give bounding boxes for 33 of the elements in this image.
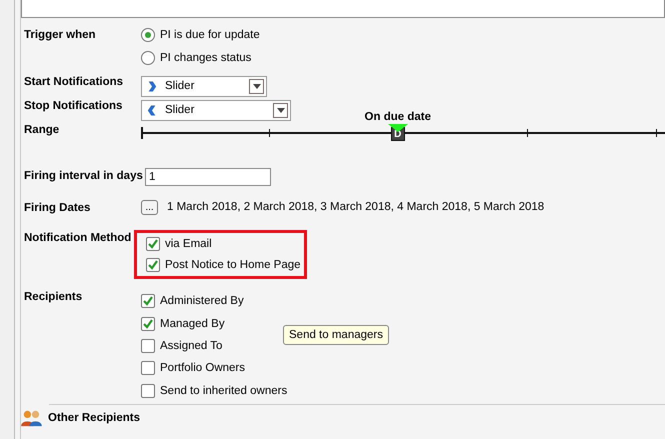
tooltip: Send to managers (283, 325, 389, 345)
checkmark-icon (147, 259, 159, 272)
field-label: Stop Notifications (24, 99, 124, 112)
field-label: Trigger when (24, 28, 97, 43)
checkbox-option[interactable]: Administered By (141, 290, 288, 312)
people-icon (20, 409, 42, 427)
field-label: Range (24, 123, 60, 138)
checkmark-icon (142, 318, 154, 330)
checkbox-option[interactable]: Post Notice to Home Page (146, 254, 304, 276)
checkbox-option[interactable]: Portfolio Owners (141, 357, 288, 380)
chevron-right-icon (147, 80, 157, 92)
firing-dates-text: 1 March 2018, 2 March 2018, 3 March 2018, 4 March 2018, 5 March 2018 (167, 200, 544, 213)
dropdown[interactable]: Slider (141, 100, 291, 120)
chevron-left-icon (147, 104, 157, 116)
dropdown[interactable]: Slider (141, 76, 267, 96)
marker-label: On due date (364, 111, 431, 123)
caret-icon (249, 78, 264, 94)
radio-option[interactable]: PI is due for update (141, 23, 260, 46)
checkmark-icon (147, 238, 159, 250)
text-area[interactable] (21, 0, 665, 18)
checkbox-option[interactable]: Send to inherited owners (141, 380, 288, 402)
section-title: Other Recipients (48, 412, 140, 424)
checkbox-option[interactable]: via Email (146, 233, 304, 254)
caret-icon (273, 102, 288, 118)
browse-button[interactable]: ... (141, 200, 158, 215)
checkmark-icon (142, 295, 154, 308)
radio-option[interactable]: PI changes status (141, 46, 260, 69)
interval-input[interactable]: 1 (145, 168, 271, 186)
field-label: Firing Dates (24, 201, 92, 214)
field-label: Notification Method (24, 232, 132, 246)
field-label: Start Notifications (24, 75, 124, 88)
field-label: Firing interval in days (24, 169, 144, 184)
field-label: Recipients (24, 291, 84, 305)
